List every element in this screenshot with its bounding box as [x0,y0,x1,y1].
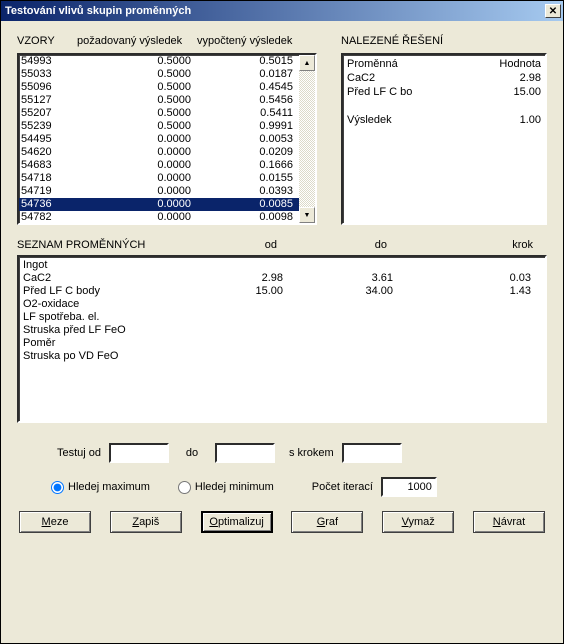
table-row[interactable]: 547190.00000.0393 [19,185,299,198]
table-row[interactable]: 550330.50000.0187 [19,68,299,81]
list-item[interactable]: CaC22.98 [347,71,541,85]
content-area: VZORY požadovaný výsledek vypočtený výsl… [1,21,563,643]
radio-hledej-min-wrap[interactable]: Hledej minimum [178,481,274,494]
reseni-header: Proměnná Hodnota [347,57,541,71]
var-headers: SEZNAM PROMĚNNÝCH od do krok [17,239,547,251]
header-vzory: VZORY [17,35,77,47]
table-row[interactable]: 546200.00000.0209 [19,146,299,159]
label-hledej-max: Hledej maximum [68,481,150,493]
label-testuj-od: Testuj od [37,447,101,459]
top-headers: VZORY požadovaný výsledek vypočtený výsl… [17,35,547,47]
variables-listbox[interactable]: IngotCaC22.983.610.03Před LF C body15.00… [17,255,547,423]
table-row[interactable]: 550960.50000.4545 [19,81,299,94]
scroll-track[interactable] [299,71,315,207]
label-hledej-min: Hledej minimum [195,481,274,493]
header-vypocteny: vypočtený výsledek [197,35,292,47]
header-seznam: SEZNAM PROMĚNNÝCH [17,239,197,251]
range-controls: Testuj od do s krokem [37,443,527,463]
titlebar: Testování vlivů skupin proměnných ✕ [1,1,563,21]
reseni-listbox[interactable]: Proměnná Hodnota CaC22.98Před LF C bo15.… [341,53,547,225]
navrat-button[interactable]: Návrat [473,511,545,533]
vymaz-button[interactable]: Vymaž [382,511,454,533]
radio-hledej-max[interactable] [51,481,64,494]
table-row[interactable]: 547820.00000.0098 [19,211,299,223]
radio-hledej-max-wrap[interactable]: Hledej maximum [51,481,150,494]
close-button[interactable]: ✕ [545,4,561,18]
radio-hledej-min[interactable] [178,481,191,494]
input-krok[interactable] [342,443,402,463]
optimalizuj-button[interactable]: Optimalizuj [201,511,273,533]
table-row[interactable]: 546830.00000.1666 [19,159,299,172]
table-row[interactable]: 552070.50000.5411 [19,107,299,120]
lists-row: 549930.50000.5015550330.50000.0187550960… [17,53,547,225]
controls-area: Testuj od do s krokem Hledej maximum Hle… [17,443,547,497]
meze-button[interactable]: Meze [19,511,91,533]
label-s-krokem: s krokem [283,447,334,459]
dialog-window: Testování vlivů skupin proměnných ✕ VZOR… [0,0,564,644]
reseni-result-value: 1.00 [481,113,541,127]
graf-button[interactable]: Graf [291,511,363,533]
table-row[interactable]: 552390.50000.9991 [19,120,299,133]
input-od[interactable] [109,443,169,463]
zapis-button[interactable]: Zapiš [110,511,182,533]
table-row[interactable]: 544950.00000.0053 [19,133,299,146]
label-do: do [177,447,207,459]
table-row[interactable]: 547180.00000.0155 [19,172,299,185]
reseni-h-hodnota: Hodnota [481,57,541,71]
list-item[interactable]: Struska po VD FeO [23,350,541,363]
window-title: Testování vlivů skupin proměnných [5,5,545,17]
table-row[interactable]: 549930.50000.5015 [19,55,299,68]
reseni-result-label: Výsledek [347,113,481,127]
list-item[interactable]: Před LF C bo15.00 [347,85,541,99]
list-item[interactable]: Před LF C body15.0034.001.43 [23,285,541,298]
list-item[interactable]: Struska před LF FeO [23,324,541,337]
close-icon: ✕ [549,6,557,17]
header-od: od [197,239,277,251]
list-item[interactable]: Ingot [23,259,541,272]
table-row[interactable]: 551270.50000.5456 [19,94,299,107]
list-item[interactable]: CaC22.983.610.03 [23,272,541,285]
buttons-row: Meze Zapiš Optimalizuj Graf Vymaž Návrat [17,511,547,533]
radio-controls: Hledej maximum Hledej minimum Počet iter… [37,477,527,497]
vzory-listbox[interactable]: 549930.50000.5015550330.50000.0187550960… [17,53,317,225]
list-item[interactable]: Poměr [23,337,541,350]
reseni-result: Výsledek 1.00 [347,113,541,127]
header-nalezene: NALEZENÉ ŘEŠENÍ [341,35,443,47]
scrollbar[interactable]: ▲ ▼ [299,55,315,223]
list-item[interactable]: O2-oxidace [23,298,541,311]
scroll-down-button[interactable]: ▼ [299,207,315,223]
header-do: do [277,239,387,251]
scroll-up-button[interactable]: ▲ [299,55,315,71]
header-pozadovany: požadovaný výsledek [77,35,197,47]
input-iteraci[interactable] [381,477,437,497]
header-krok: krok [387,239,547,251]
table-row[interactable]: 547360.00000.0085 [19,198,299,211]
label-pocet-iteraci: Počet iterací [312,481,373,493]
reseni-h-promenna: Proměnná [347,57,481,71]
list-item[interactable]: LF spotřeba. el. [23,311,541,324]
input-do[interactable] [215,443,275,463]
